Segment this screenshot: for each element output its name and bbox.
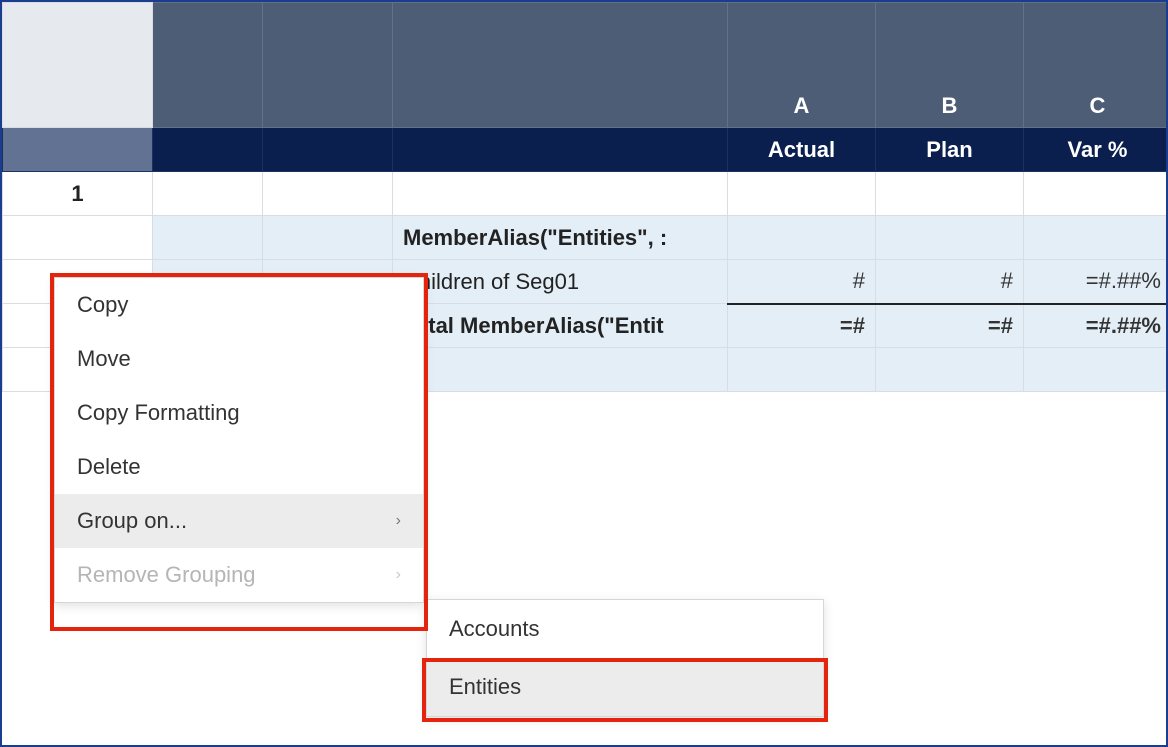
submenu-item-accounts[interactable]: Accounts bbox=[427, 600, 823, 658]
cell[interactable] bbox=[153, 216, 263, 260]
header-blank-3[interactable] bbox=[393, 3, 728, 128]
chevron-right-icon: › bbox=[396, 512, 401, 530]
column-letter-row: A B C bbox=[3, 3, 1168, 128]
submenu-label: Entities bbox=[449, 674, 521, 699]
column-letter-c[interactable]: C bbox=[1024, 3, 1168, 128]
submenu-item-entities[interactable]: Entities bbox=[427, 658, 823, 716]
column-label-row: Actual Plan Var % bbox=[3, 128, 1168, 172]
row-number[interactable]: 1 bbox=[3, 172, 153, 216]
cell-value[interactable]: # bbox=[876, 260, 1024, 304]
column-label-blank-1[interactable] bbox=[153, 128, 263, 172]
cell[interactable] bbox=[728, 348, 876, 392]
menu-label: Move bbox=[77, 346, 131, 372]
cell-value[interactable]: =# bbox=[876, 304, 1024, 348]
column-letter-b[interactable]: B bbox=[876, 3, 1024, 128]
menu-item-copy-formatting[interactable]: Copy Formatting bbox=[55, 386, 423, 440]
table-row[interactable]: 1 bbox=[3, 172, 1168, 216]
header-corner bbox=[3, 3, 153, 128]
menu-label: Copy bbox=[77, 292, 128, 318]
cell[interactable] bbox=[728, 216, 876, 260]
cell[interactable] bbox=[393, 348, 728, 392]
cell[interactable] bbox=[876, 216, 1024, 260]
submenu-label: Accounts bbox=[449, 616, 540, 641]
menu-item-remove-grouping: Remove Grouping › bbox=[55, 548, 423, 602]
total-label[interactable]: Total MemberAlias("Entit bbox=[393, 304, 728, 348]
cell-value[interactable]: =#.##% bbox=[1024, 304, 1168, 348]
menu-label: Delete bbox=[77, 454, 141, 480]
cell[interactable] bbox=[876, 172, 1024, 216]
member-alias-label[interactable]: MemberAlias("Entities", : bbox=[393, 216, 728, 260]
context-menu: Copy Move Copy Formatting Delete Group o… bbox=[54, 277, 424, 603]
header-blank-2[interactable] bbox=[263, 3, 393, 128]
menu-item-delete[interactable]: Delete bbox=[55, 440, 423, 494]
cell[interactable] bbox=[153, 172, 263, 216]
cell[interactable] bbox=[1024, 348, 1168, 392]
cell[interactable] bbox=[393, 172, 728, 216]
table-row[interactable]: MemberAlias("Entities", : bbox=[3, 216, 1168, 260]
app-frame: A B C Actual Plan Var % 1 bbox=[0, 0, 1168, 747]
row-number[interactable] bbox=[3, 216, 153, 260]
column-letter-a[interactable]: A bbox=[728, 3, 876, 128]
cell-value[interactable]: =# bbox=[728, 304, 876, 348]
menu-label: Remove Grouping bbox=[77, 562, 256, 588]
cell-value[interactable]: # bbox=[728, 260, 876, 304]
header-blank-1[interactable] bbox=[153, 3, 263, 128]
cell[interactable] bbox=[728, 172, 876, 216]
cell[interactable] bbox=[263, 172, 393, 216]
cell[interactable] bbox=[1024, 172, 1168, 216]
column-label-varpct[interactable]: Var % bbox=[1024, 128, 1168, 172]
column-label-blank-2[interactable] bbox=[263, 128, 393, 172]
group-on-submenu: Accounts Entities bbox=[426, 599, 824, 717]
column-label-actual[interactable]: Actual bbox=[728, 128, 876, 172]
menu-item-group-on[interactable]: Group on... › bbox=[55, 494, 423, 548]
menu-label: Copy Formatting bbox=[77, 400, 240, 426]
row-header-corner bbox=[3, 128, 153, 172]
cell[interactable] bbox=[876, 348, 1024, 392]
column-label-blank-3[interactable] bbox=[393, 128, 728, 172]
chevron-right-icon: › bbox=[396, 566, 401, 584]
cell-value[interactable]: =#.##% bbox=[1024, 260, 1168, 304]
menu-item-copy[interactable]: Copy bbox=[55, 278, 423, 332]
children-of-seg-label[interactable]: Children of Seg01 bbox=[393, 260, 728, 304]
menu-label: Group on... bbox=[77, 508, 187, 534]
column-label-plan[interactable]: Plan bbox=[876, 128, 1024, 172]
cell[interactable] bbox=[263, 216, 393, 260]
menu-item-move[interactable]: Move bbox=[55, 332, 423, 386]
cell[interactable] bbox=[1024, 216, 1168, 260]
